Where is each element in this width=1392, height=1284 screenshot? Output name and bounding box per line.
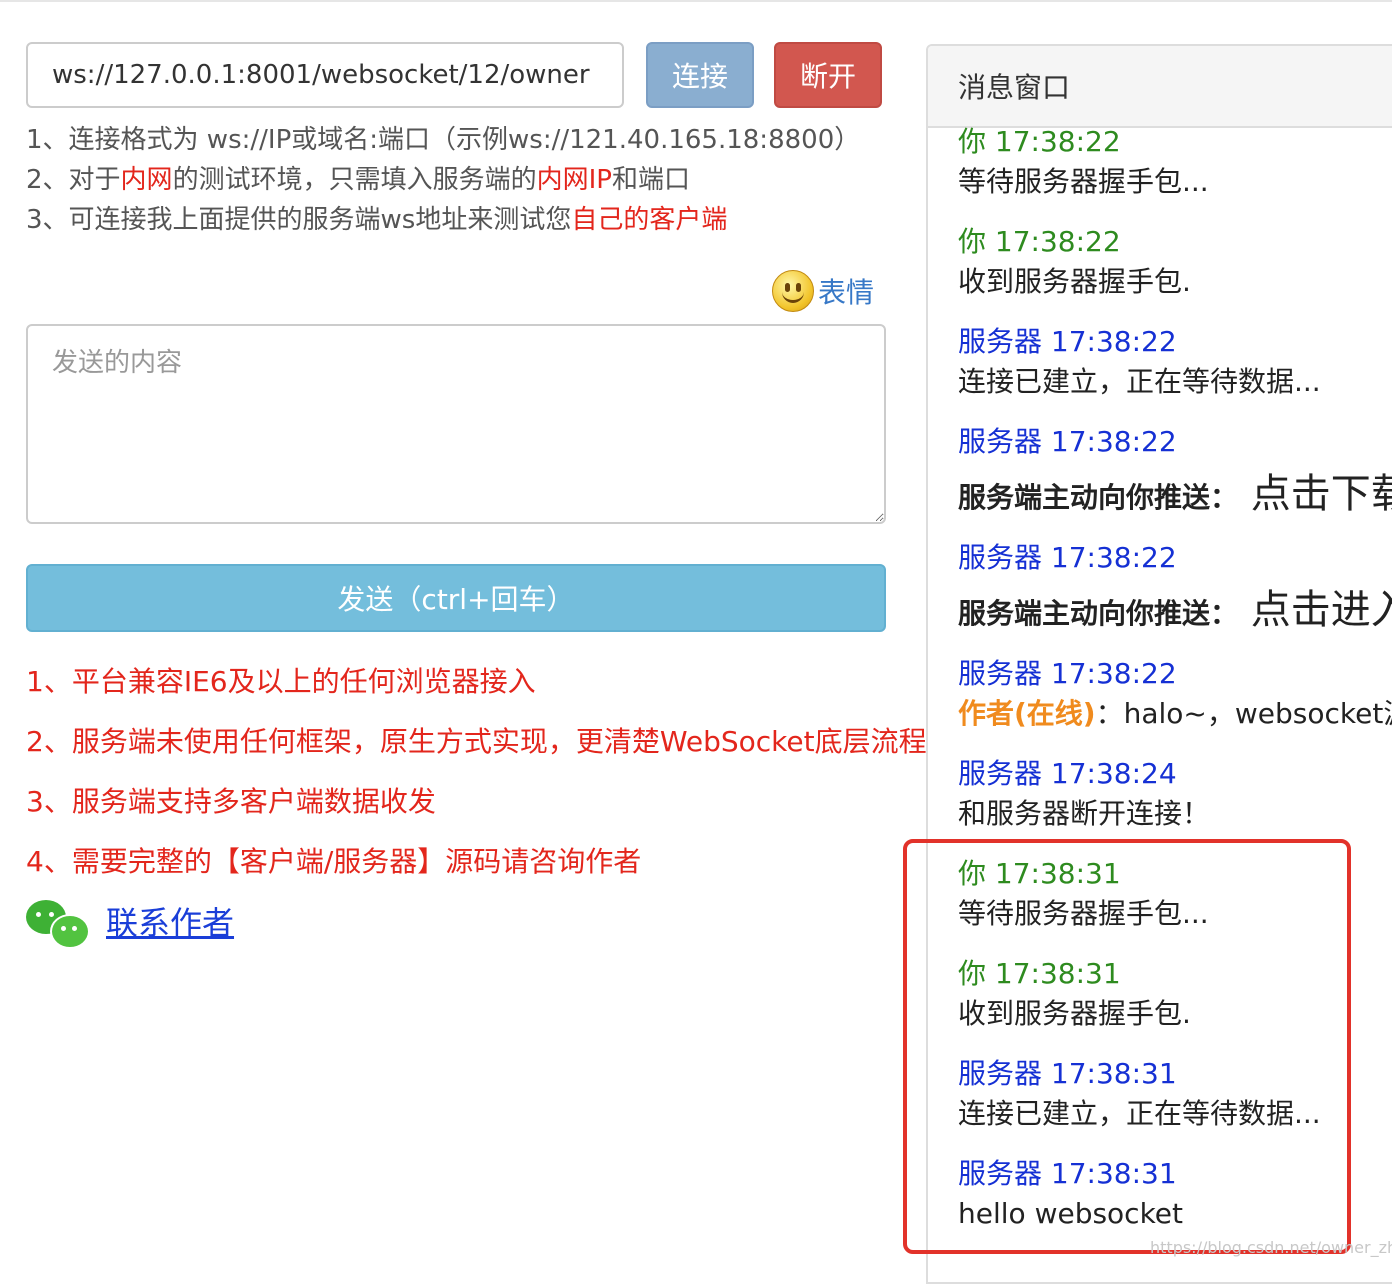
highlight-text: 内网IP — [536, 165, 612, 195]
message-body: 和服务器断开连接！ — [958, 796, 1210, 832]
feature-item-3: 3、服务端支持多客户端数据收发 — [26, 785, 436, 818]
message-header: 服务器 17:38:22 — [958, 324, 1177, 360]
message-time: 17:38:22 — [1042, 325, 1177, 358]
emoji-label: 表情 — [818, 276, 875, 309]
top-divider — [0, 0, 1392, 2]
author-status: 作者(在线) — [958, 697, 1096, 730]
message-header: 服务器 17:38:22 — [958, 656, 1177, 692]
message-body: 服务端主动向你推送： 点击下载 — [958, 468, 1392, 524]
message-header: 你 17:38:22 — [958, 124, 1121, 160]
message-time: 17:38:22 — [986, 125, 1121, 158]
help-text: 2、对于 — [26, 165, 121, 195]
feature-item-2: 2、服务端未使用任何框架，原生方式实现，更清楚WebSocket底层流程 — [26, 725, 927, 758]
watermark: https://blog.csdn.net/owner_zhou — [1150, 1238, 1392, 1257]
message-content-input[interactable] — [26, 324, 886, 524]
message-body: 收到服务器握手包. — [958, 264, 1191, 300]
help-text: 和端口 — [611, 165, 690, 195]
message-time: 17:38:22 — [986, 225, 1121, 258]
wechat-icon — [26, 898, 90, 950]
send-button[interactable]: 发送（ctrl+回车） — [26, 564, 886, 632]
message-text: 和服务器断开连接！ — [958, 797, 1211, 830]
message-body: 连接已建立，正在等待数据... — [958, 364, 1321, 400]
websocket-url-input[interactable] — [26, 42, 624, 108]
message-time: 17:38:24 — [1042, 757, 1177, 790]
help-text: 3、可连接我上面提供的服务端ws地址来测试您 — [26, 205, 572, 235]
emoji-button[interactable]: 表情 — [772, 268, 874, 314]
push-link[interactable]: 点击下载 — [1238, 471, 1392, 517]
message-header: 服务器 17:38:22 — [958, 540, 1177, 576]
message-body: 服务端主动向你推送： 点击进入 — [958, 584, 1392, 640]
message-sender: 你 — [958, 225, 987, 258]
message-sender: 你 — [958, 125, 987, 158]
message-sender: 服务器 — [958, 541, 1043, 574]
push-link[interactable]: 点击进入 — [1238, 587, 1392, 633]
help-line-2: 2、对于内网的测试环境，只需填入服务端的内网IP和端口 — [26, 163, 690, 197]
message-time: 17:38:22 — [1042, 657, 1177, 690]
message-header: 服务器 17:38:22 — [958, 424, 1177, 460]
message-text: 等待服务器握手包... — [958, 165, 1209, 198]
highlight-text: 内网 — [120, 165, 173, 195]
disconnect-button[interactable]: 断开 — [774, 42, 882, 108]
contact-author-link[interactable]: 联系作者 — [106, 902, 234, 944]
message-text: 收到服务器握手包. — [958, 265, 1191, 298]
message-text: 连接已建立，正在等待数据... — [958, 365, 1321, 398]
feature-item-1: 1、平台兼容IE6及以上的任何浏览器接入 — [26, 665, 536, 698]
message-header: 你 17:38:22 — [958, 224, 1121, 260]
message-sender: 服务器 — [958, 657, 1043, 690]
help-text: 的测试环境，只需填入服务端的 — [172, 165, 537, 195]
message-header: 服务器 17:38:24 — [958, 756, 1177, 792]
message-sender: 服务器 — [958, 425, 1043, 458]
help-line-1: 1、连接格式为 ws://IP或域名:端口（示例ws://121.40.165.… — [26, 123, 860, 157]
smiley-face-icon — [772, 270, 814, 312]
message-time: 17:38:22 — [1042, 425, 1177, 458]
highlight-text: 自己的客户端 — [571, 205, 728, 235]
message-sender: 服务器 — [958, 325, 1043, 358]
message-sender: 服务器 — [958, 757, 1043, 790]
message-window-title: 消息窗口 — [928, 46, 1392, 128]
message-body: 等待服务器握手包... — [958, 164, 1209, 200]
message-text: ：halo~，websocket源码 — [1095, 697, 1392, 730]
connect-button[interactable]: 连接 — [646, 42, 754, 108]
push-label: 服务端主动向你推送： — [958, 597, 1239, 630]
feature-item-4: 4、需要完整的【客户端/服务器】源码请咨询作者 — [26, 845, 642, 878]
message-body: 作者(在线)：halo~，websocket源码 — [958, 696, 1392, 732]
help-text: 1、连接格式为 ws://IP或域名:端口（示例ws://121.40.165.… — [26, 125, 861, 155]
message-time: 17:38:22 — [1042, 541, 1177, 574]
push-label: 服务端主动向你推送： — [958, 481, 1239, 514]
highlight-box — [903, 839, 1351, 1254]
help-line-3: 3、可连接我上面提供的服务端ws地址来测试您自己的客户端 — [26, 203, 727, 237]
